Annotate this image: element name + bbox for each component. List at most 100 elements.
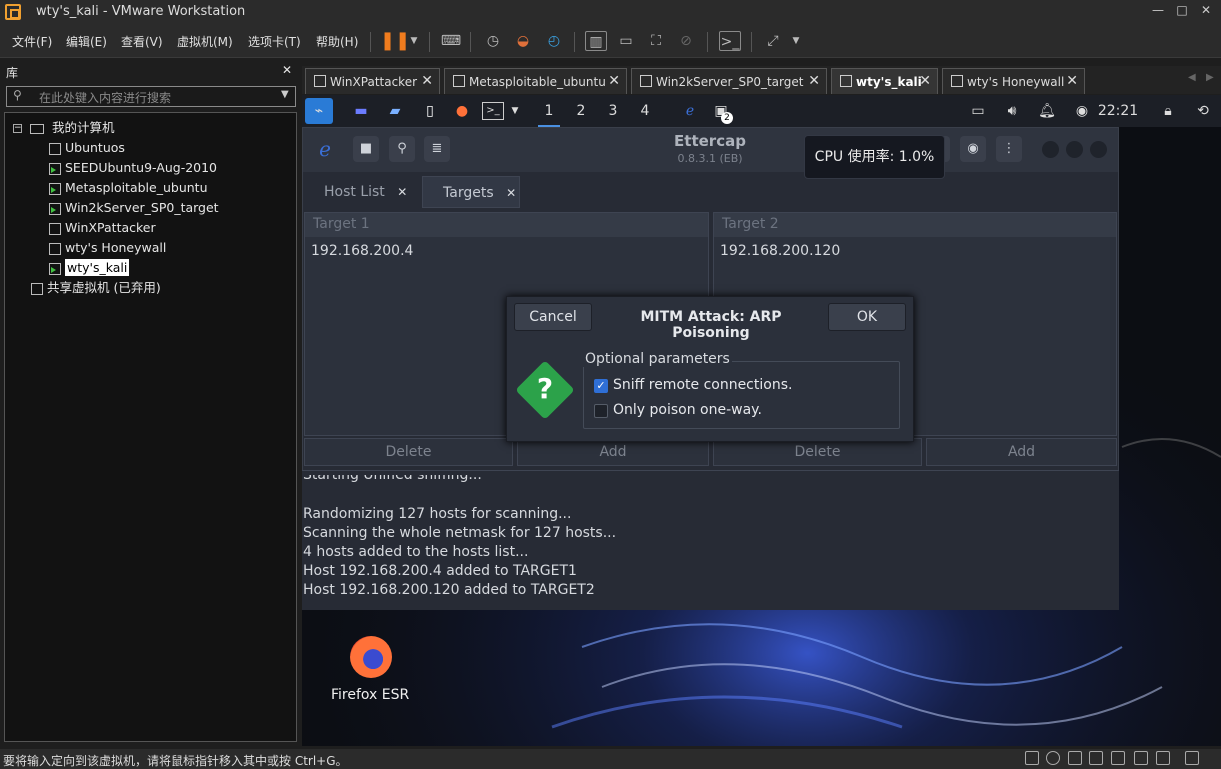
chevron-down-icon[interactable]: ▼ <box>403 31 425 51</box>
more-options-icon[interactable]: ⋮ <box>996 136 1022 162</box>
tab-host-list[interactable]: Host List ✕ <box>304 176 416 208</box>
firefox-icon[interactable]: ● <box>449 95 475 127</box>
menu-edit[interactable]: 编辑(E) <box>66 33 107 50</box>
tab-close-icon[interactable]: ✕ <box>506 186 516 200</box>
target1-delete-button[interactable]: Delete <box>304 438 513 466</box>
terminal-icon[interactable]: >_ <box>482 102 504 120</box>
workspace-3[interactable]: 3 <box>602 95 624 127</box>
lock-screen-icon[interactable]: 🔒︎ <box>1157 95 1179 127</box>
hard-disk-icon[interactable] <box>1025 751 1039 765</box>
tab-winxpattacker[interactable]: WinXPattacker ✕ <box>305 68 440 94</box>
library-search-input[interactable]: ⚲ 在此处键入内容进行搜索 ▼ <box>6 86 296 107</box>
minimize-button[interactable]: — <box>1148 3 1168 21</box>
kali-menu-icon[interactable]: ⌁ <box>305 98 333 124</box>
tree-item-ubuntuos[interactable]: Ubuntuos <box>49 138 125 158</box>
tree-root[interactable]: − 我的计算机 <box>13 118 114 138</box>
sound-card-icon[interactable] <box>1111 751 1125 765</box>
logout-icon[interactable]: ⟲ <box>1192 95 1214 127</box>
full-screen-icon[interactable]: ⛶ <box>645 31 667 51</box>
snapshot-icon[interactable]: ◷ <box>482 31 504 51</box>
dialog-ok-button[interactable]: OK <box>828 303 906 331</box>
show-library-icon[interactable]: ▥ <box>585 31 607 51</box>
unity-icon[interactable]: ⊘ <box>675 31 697 51</box>
tab-close-icon[interactable]: ✕ <box>608 73 620 89</box>
firefox-desktop-label[interactable]: Firefox ESR <box>331 687 409 703</box>
network-adapter-icon[interactable] <box>1068 751 1082 765</box>
tab-win2kserver[interactable]: Win2kServer_SP0_target ✕ <box>631 68 827 94</box>
workspace-1[interactable]: 1 <box>538 95 560 127</box>
network-icon[interactable]: ▭ <box>967 95 989 127</box>
tree-item-shared[interactable]: 共享虚拟机 (已弃用) <box>31 278 161 298</box>
tab-kali[interactable]: wty's_kali ✕ <box>831 68 938 94</box>
tree-item-honeywall[interactable]: wty's Honeywall <box>49 238 166 258</box>
menu-tabs[interactable]: 选项卡(T) <box>248 33 301 50</box>
tab-close-icon[interactable]: ✕ <box>919 73 931 89</box>
menu-file[interactable]: 文件(F) <box>12 33 52 50</box>
dialog-cancel-button[interactable]: Cancel <box>514 303 592 331</box>
sniff-remote-label[interactable]: Sniff remote connections. <box>613 377 792 393</box>
send-keys-icon[interactable]: ⌨ <box>440 31 462 51</box>
display-icon[interactable] <box>1156 751 1170 765</box>
minimize-window-icon[interactable] <box>1042 141 1059 158</box>
close-button[interactable]: ✕ <box>1196 3 1216 21</box>
printer-icon[interactable] <box>1134 751 1148 765</box>
thumbnail-bar-icon[interactable]: ▭ <box>615 31 637 51</box>
chevron-down-icon[interactable]: ▼ <box>508 95 522 127</box>
target1-add-button[interactable]: Add <box>517 438 709 466</box>
tree-item-metasploitable[interactable]: Metasploitable_ubuntu <box>49 178 208 198</box>
usb-icon[interactable] <box>1089 751 1103 765</box>
cd-rom-icon[interactable] <box>1046 751 1060 765</box>
tree-item-winxpattacker[interactable]: WinXPattacker <box>49 218 156 238</box>
tree-item-seedubuntu[interactable]: SEEDUbuntu9-Aug-2010 <box>49 158 217 178</box>
library-close-icon[interactable]: ✕ <box>282 63 292 77</box>
menu-help[interactable]: 帮助(H) <box>316 33 358 50</box>
sniff-remote-checkbox[interactable]: ✓ <box>594 379 608 393</box>
tab-scroll-right-icon[interactable]: ▶ <box>1206 72 1214 83</box>
one-way-label[interactable]: Only poison one-way. <box>613 402 762 418</box>
hosts-list-icon[interactable]: ≣ <box>424 136 450 162</box>
volume-icon[interactable]: 🔊︎ <box>1001 95 1023 127</box>
pause-icon[interactable]: ❚❚ <box>380 31 410 51</box>
menu-vm[interactable]: 虚拟机(M) <box>177 33 233 50</box>
tab-close-icon[interactable]: ✕ <box>808 73 820 89</box>
power-manager-icon[interactable]: ◉ <box>1071 95 1093 127</box>
target2-add-button[interactable]: Add <box>926 438 1117 466</box>
workspace-4[interactable]: 4 <box>634 95 656 127</box>
file-manager-icon[interactable]: ▰ <box>382 95 408 127</box>
tree-item-win2kserver[interactable]: Win2kServer_SP0_target <box>49 198 219 218</box>
show-desktop-icon[interactable]: ▬ <box>348 95 374 127</box>
search-hosts-icon[interactable]: ⚲ <box>389 136 415 162</box>
chevron-down-icon[interactable]: ▼ <box>785 31 807 51</box>
ettercap-task-icon[interactable]: ℯ <box>677 95 703 127</box>
target2-ip[interactable]: 192.168.200.120 <box>714 237 1116 265</box>
tree-item-kali[interactable]: wty's_kali <box>49 258 130 278</box>
stop-sniffing-button[interactable]: ■ <box>353 136 379 162</box>
close-window-icon[interactable] <box>1090 141 1107 158</box>
tab-scroll-left-icon[interactable]: ◀ <box>1188 72 1196 83</box>
workspace-2[interactable]: 2 <box>570 95 592 127</box>
notifications-icon[interactable]: 🔔︎ <box>1036 95 1058 127</box>
panel-clock[interactable]: 22:21 <box>1096 95 1140 127</box>
revert-snapshot-icon[interactable]: ◒ <box>512 31 534 51</box>
tab-targets[interactable]: Targets ✕ <box>422 176 520 208</box>
tab-close-icon[interactable]: ✕ <box>1066 73 1078 89</box>
chevron-down-icon[interactable]: ▼ <box>281 89 289 100</box>
snapshot-manager-icon[interactable]: ◴ <box>543 31 565 51</box>
firefox-desktop-icon[interactable] <box>350 636 392 678</box>
maximize-window-icon[interactable] <box>1066 141 1083 158</box>
text-editor-icon[interactable]: ▯ <box>418 95 442 127</box>
tab-close-icon[interactable]: ✕ <box>397 185 407 199</box>
collapse-icon[interactable]: − <box>13 124 22 133</box>
menu-view[interactable]: 查看(V) <box>121 33 163 50</box>
tab-close-icon[interactable]: ✕ <box>421 73 433 89</box>
maximize-button[interactable]: □ <box>1172 3 1192 21</box>
one-way-checkbox[interactable] <box>594 404 608 418</box>
target1-ip[interactable]: 192.168.200.4 <box>305 237 708 265</box>
target2-delete-button[interactable]: Delete <box>713 438 922 466</box>
console-icon[interactable]: >_ <box>719 31 741 51</box>
plugins-icon[interactable]: ◉ <box>960 136 986 162</box>
ettercap-log[interactable]: Starting Unified sniffing... Randomizing… <box>302 470 1119 610</box>
tab-honeywall[interactable]: wty's Honeywall ✕ <box>942 68 1085 94</box>
message-log-icon[interactable] <box>1185 751 1199 765</box>
tab-metasploitable[interactable]: Metasploitable_ubuntu ✕ <box>444 68 627 94</box>
